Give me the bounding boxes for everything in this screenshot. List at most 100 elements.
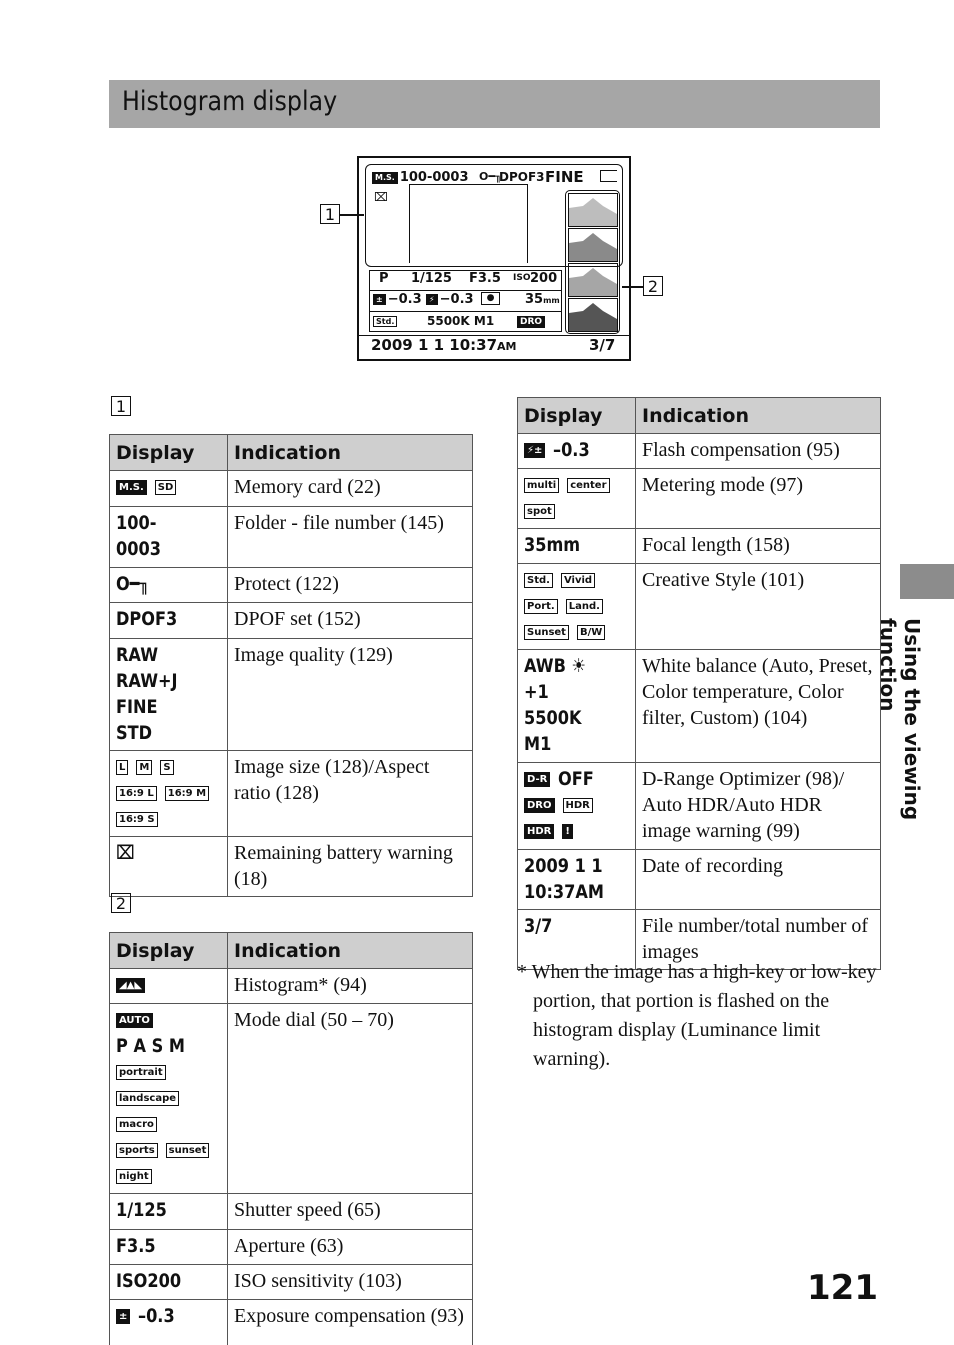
iso-label: ISO bbox=[513, 273, 531, 283]
header-display: Display bbox=[109, 434, 228, 471]
footnote: * When the image has a high-key or low-k… bbox=[517, 958, 887, 1074]
battery-warning-icon: ⌧ bbox=[374, 190, 388, 204]
display-text: –0.3 bbox=[138, 1305, 176, 1327]
display-text: 100-0003 bbox=[116, 512, 161, 560]
display-line: LMS bbox=[116, 754, 221, 780]
indication-cell: D-Range Optimizer (98)/ Auto HDR/Auto HD… bbox=[635, 762, 881, 850]
header-indication: Indication bbox=[635, 397, 881, 434]
leader-line bbox=[340, 214, 364, 216]
table-row: ◢▲◣ Histogram* (94) bbox=[109, 968, 473, 1004]
display-text: 5500K M1 bbox=[524, 707, 582, 755]
table-row: Std. Vivid Port. Land. Sunset B/W Creative Sty… bbox=[517, 563, 881, 650]
display-text: RAW+J bbox=[116, 670, 178, 692]
display-text: 3/7 bbox=[524, 915, 553, 937]
histogram-blue bbox=[568, 298, 618, 332]
quality: FINE bbox=[545, 168, 584, 186]
display-line: Port. Land. bbox=[524, 593, 629, 619]
display-text: P A S M bbox=[116, 1035, 185, 1057]
display-cell: F3.5 bbox=[109, 1229, 228, 1265]
indication-cell: Metering mode (97) bbox=[635, 468, 881, 529]
memory-card-icon: M.S. bbox=[372, 171, 398, 184]
table-section-2: Display Indication ◢▲◣ Histogram* (94) AUTO P… bbox=[109, 932, 473, 1345]
display-line: AUTO P A S M bbox=[116, 1007, 221, 1059]
indication-cell: Image size (128)/Aspect ratio (128) bbox=[227, 750, 473, 837]
display-icon: Std. bbox=[524, 573, 553, 588]
display-cell: 100-0003 bbox=[109, 506, 228, 568]
display-icon: ! bbox=[562, 824, 573, 839]
display-line: ◢▲◣ bbox=[116, 972, 221, 998]
section-banner: Histogram display bbox=[109, 80, 880, 128]
table-row: ISO200 ISO sensitivity (103) bbox=[109, 1264, 473, 1300]
display-icon: ± bbox=[116, 1309, 131, 1324]
display-icon: D-R bbox=[524, 772, 551, 787]
table-row: 100-0003 Folder - file number (145) bbox=[109, 506, 473, 568]
page-number: 121 bbox=[807, 1268, 878, 1308]
display-cell: AUTO P A S M portrait landscape macro sports s… bbox=[109, 1003, 228, 1194]
display-line: STD bbox=[116, 720, 221, 746]
display-text: ISO200 bbox=[116, 1270, 182, 1292]
display-cell: D-R OFF DRO HDR HDR! bbox=[517, 762, 636, 850]
table-row: RAW RAW+J FINE STD Image quality (129) bbox=[109, 638, 473, 751]
display-text: F3.5 bbox=[116, 1235, 156, 1257]
display-line: 5500K M1 bbox=[524, 705, 629, 757]
display-text: 1/125 bbox=[116, 1199, 167, 1221]
display-icon: AUTO bbox=[116, 1013, 153, 1028]
display-icon: Vivid bbox=[560, 573, 596, 588]
display-line: ISO200 bbox=[116, 1268, 221, 1294]
creative-style-icon: Std. bbox=[373, 316, 398, 327]
divider bbox=[369, 311, 562, 312]
folder-file-number: 100-0003 bbox=[399, 170, 469, 185]
display-icon: 16:9 L bbox=[116, 786, 157, 801]
table-row: multi center spot Metering mode (97) bbox=[517, 468, 881, 529]
indication-cell: Shutter speed (65) bbox=[227, 1193, 473, 1230]
display-line: ⌧ bbox=[116, 840, 221, 866]
display-icon: HDR bbox=[562, 798, 593, 813]
histogram-green bbox=[568, 263, 618, 297]
table1-label: 1 bbox=[111, 396, 131, 416]
image-size-icon bbox=[600, 170, 617, 182]
display-text: 2009 1 1 bbox=[524, 855, 603, 877]
indication-cell: Focal length (158) bbox=[635, 528, 881, 564]
display-icon: Port. bbox=[524, 599, 558, 614]
indication-cell: Protect (122) bbox=[227, 567, 473, 603]
display-cell: ISO200 bbox=[109, 1264, 228, 1300]
side-tab-label: Using the viewing function bbox=[876, 618, 924, 821]
table-row: O━╖ Protect (122) bbox=[109, 567, 473, 603]
display-line: 2009 1 1 bbox=[524, 853, 629, 879]
display-text: ⌧ bbox=[116, 842, 135, 864]
iso: 200 bbox=[530, 271, 558, 286]
indication-cell: Folder - file number (145) bbox=[227, 506, 473, 568]
display-line: Std. Vivid bbox=[524, 567, 629, 593]
display-icon: HDR bbox=[524, 824, 555, 839]
display-cell: RAW RAW+J FINE STD bbox=[109, 638, 228, 751]
table-row: D-R OFF DRO HDR HDR! D-Range Optimizer (98)/ … bbox=[517, 762, 881, 850]
ampm: AM bbox=[497, 340, 517, 353]
table-row: M.S. SD Memory card (22) bbox=[109, 470, 473, 507]
display-line: ± –0.3 bbox=[116, 1303, 221, 1329]
display-cell: ◢▲◣ bbox=[109, 968, 228, 1004]
display-icon: sunset bbox=[165, 1143, 210, 1158]
display-cell: ⌧ bbox=[109, 836, 228, 897]
display-line: RAW+J bbox=[116, 668, 221, 694]
display-cell: AWB ☀+1 5500K M1 bbox=[517, 649, 636, 763]
indication-cell: DPOF set (152) bbox=[227, 602, 473, 639]
display-text: AWB ☀+1 bbox=[524, 655, 587, 703]
indication-cell: ISO sensitivity (103) bbox=[227, 1264, 473, 1300]
dro-icon: DRO bbox=[517, 315, 546, 328]
display-text: RAW bbox=[116, 644, 159, 666]
display-cell: M.S. SD bbox=[109, 470, 228, 507]
display-cell: O━╖ bbox=[109, 567, 228, 603]
display-text: FINE bbox=[116, 696, 158, 718]
display-icon: M bbox=[136, 760, 153, 775]
header-indication: Indication bbox=[227, 434, 473, 471]
table2-label: 2 bbox=[111, 893, 131, 913]
display-icon: multi bbox=[524, 478, 560, 493]
table-row: 1/125 Shutter speed (65) bbox=[109, 1193, 473, 1230]
indication-cell: Mode dial (50 – 70) bbox=[227, 1003, 473, 1194]
display-text: –0.3 bbox=[553, 439, 591, 461]
side-tab bbox=[900, 564, 954, 599]
focal: 35 bbox=[525, 292, 544, 307]
display-cell: 1/125 bbox=[109, 1193, 228, 1230]
display-line: FINE bbox=[116, 694, 221, 720]
table-section-2-continued: Display Indication ⚡± –0.3 Flash compensatio… bbox=[517, 397, 881, 970]
